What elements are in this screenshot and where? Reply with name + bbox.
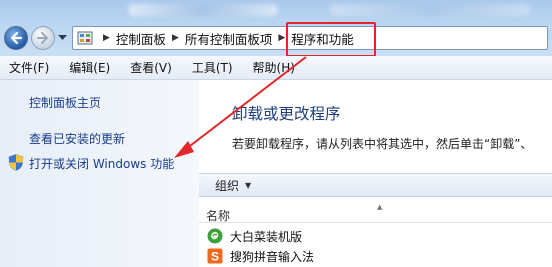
column-header[interactable]: ▲ 名称: [199, 203, 552, 223]
control-panel-home-link[interactable]: 控制面板主页: [29, 94, 101, 111]
main-content: 卸载或更改程序 若要卸载程序，请从列表中将其选中，然后单击“卸载”、 组织 ▼ …: [199, 80, 552, 267]
table-row[interactable]: 大白菜装机版: [199, 226, 552, 246]
program-name: 大白菜装机版: [230, 229, 303, 244]
table-row[interactable]: S 搜狗拼音输入法: [199, 246, 552, 266]
page-description: 若要卸载程序，请从列表中将其选中，然后单击“卸载”、: [232, 137, 533, 151]
command-bar: 组织 ▼: [199, 173, 552, 197]
back-button[interactable]: [4, 26, 28, 50]
name-column-header[interactable]: 名称: [206, 207, 230, 224]
menu-bar: 文件(F) 编辑(E) 查看(V) 工具(T) 帮助(H): [0, 56, 552, 80]
chevron-right-icon[interactable]: ▶: [172, 33, 179, 43]
recent-pages-dropdown-icon[interactable]: [58, 35, 67, 41]
breadcrumb-all-items[interactable]: 所有控制面板项: [185, 29, 273, 48]
menu-tools[interactable]: 工具(T): [182, 59, 243, 76]
breadcrumb-control-panel[interactable]: 控制面板: [116, 29, 166, 48]
red-highlight-box: [286, 22, 376, 57]
menu-help[interactable]: 帮助(H): [243, 59, 305, 76]
page-title: 卸载或更改程序: [232, 105, 341, 123]
dabaicai-icon: [207, 228, 223, 244]
sort-up-icon: ▲: [377, 203, 383, 211]
blurred-title-2: [330, 4, 530, 16]
chevron-right-icon[interactable]: ▶: [103, 33, 110, 43]
view-installed-updates-link[interactable]: 查看已安装的更新: [29, 130, 125, 147]
chevron-down-icon[interactable]: ▼: [245, 181, 251, 190]
forward-arrow-icon: [37, 32, 48, 44]
menu-view[interactable]: 查看(V): [120, 59, 182, 76]
sogou-icon: S: [207, 248, 223, 264]
back-arrow-icon: [10, 31, 23, 45]
blurred-title: [128, 4, 278, 16]
navigation-pane: 控制面板主页 查看已安装的更新 打开或关闭 Windows 功能: [0, 80, 199, 267]
control-panel-icon: [77, 31, 93, 45]
forward-button[interactable]: [31, 26, 55, 50]
window-titlebar: ▶ 控制面板 ▶ 所有控制面板项 ▶ 程序和功能: [0, 0, 552, 56]
svg-text:S: S: [211, 250, 219, 264]
menu-edit[interactable]: 编辑(E): [59, 59, 120, 76]
menu-file[interactable]: 文件(F): [0, 59, 59, 76]
program-name: 搜狗拼音输入法: [230, 249, 315, 264]
organize-button[interactable]: 组织: [215, 177, 239, 194]
uac-shield-icon: [8, 154, 24, 171]
turn-windows-features-link[interactable]: 打开或关闭 Windows 功能: [29, 155, 174, 172]
chevron-right-icon[interactable]: ▶: [278, 33, 285, 43]
